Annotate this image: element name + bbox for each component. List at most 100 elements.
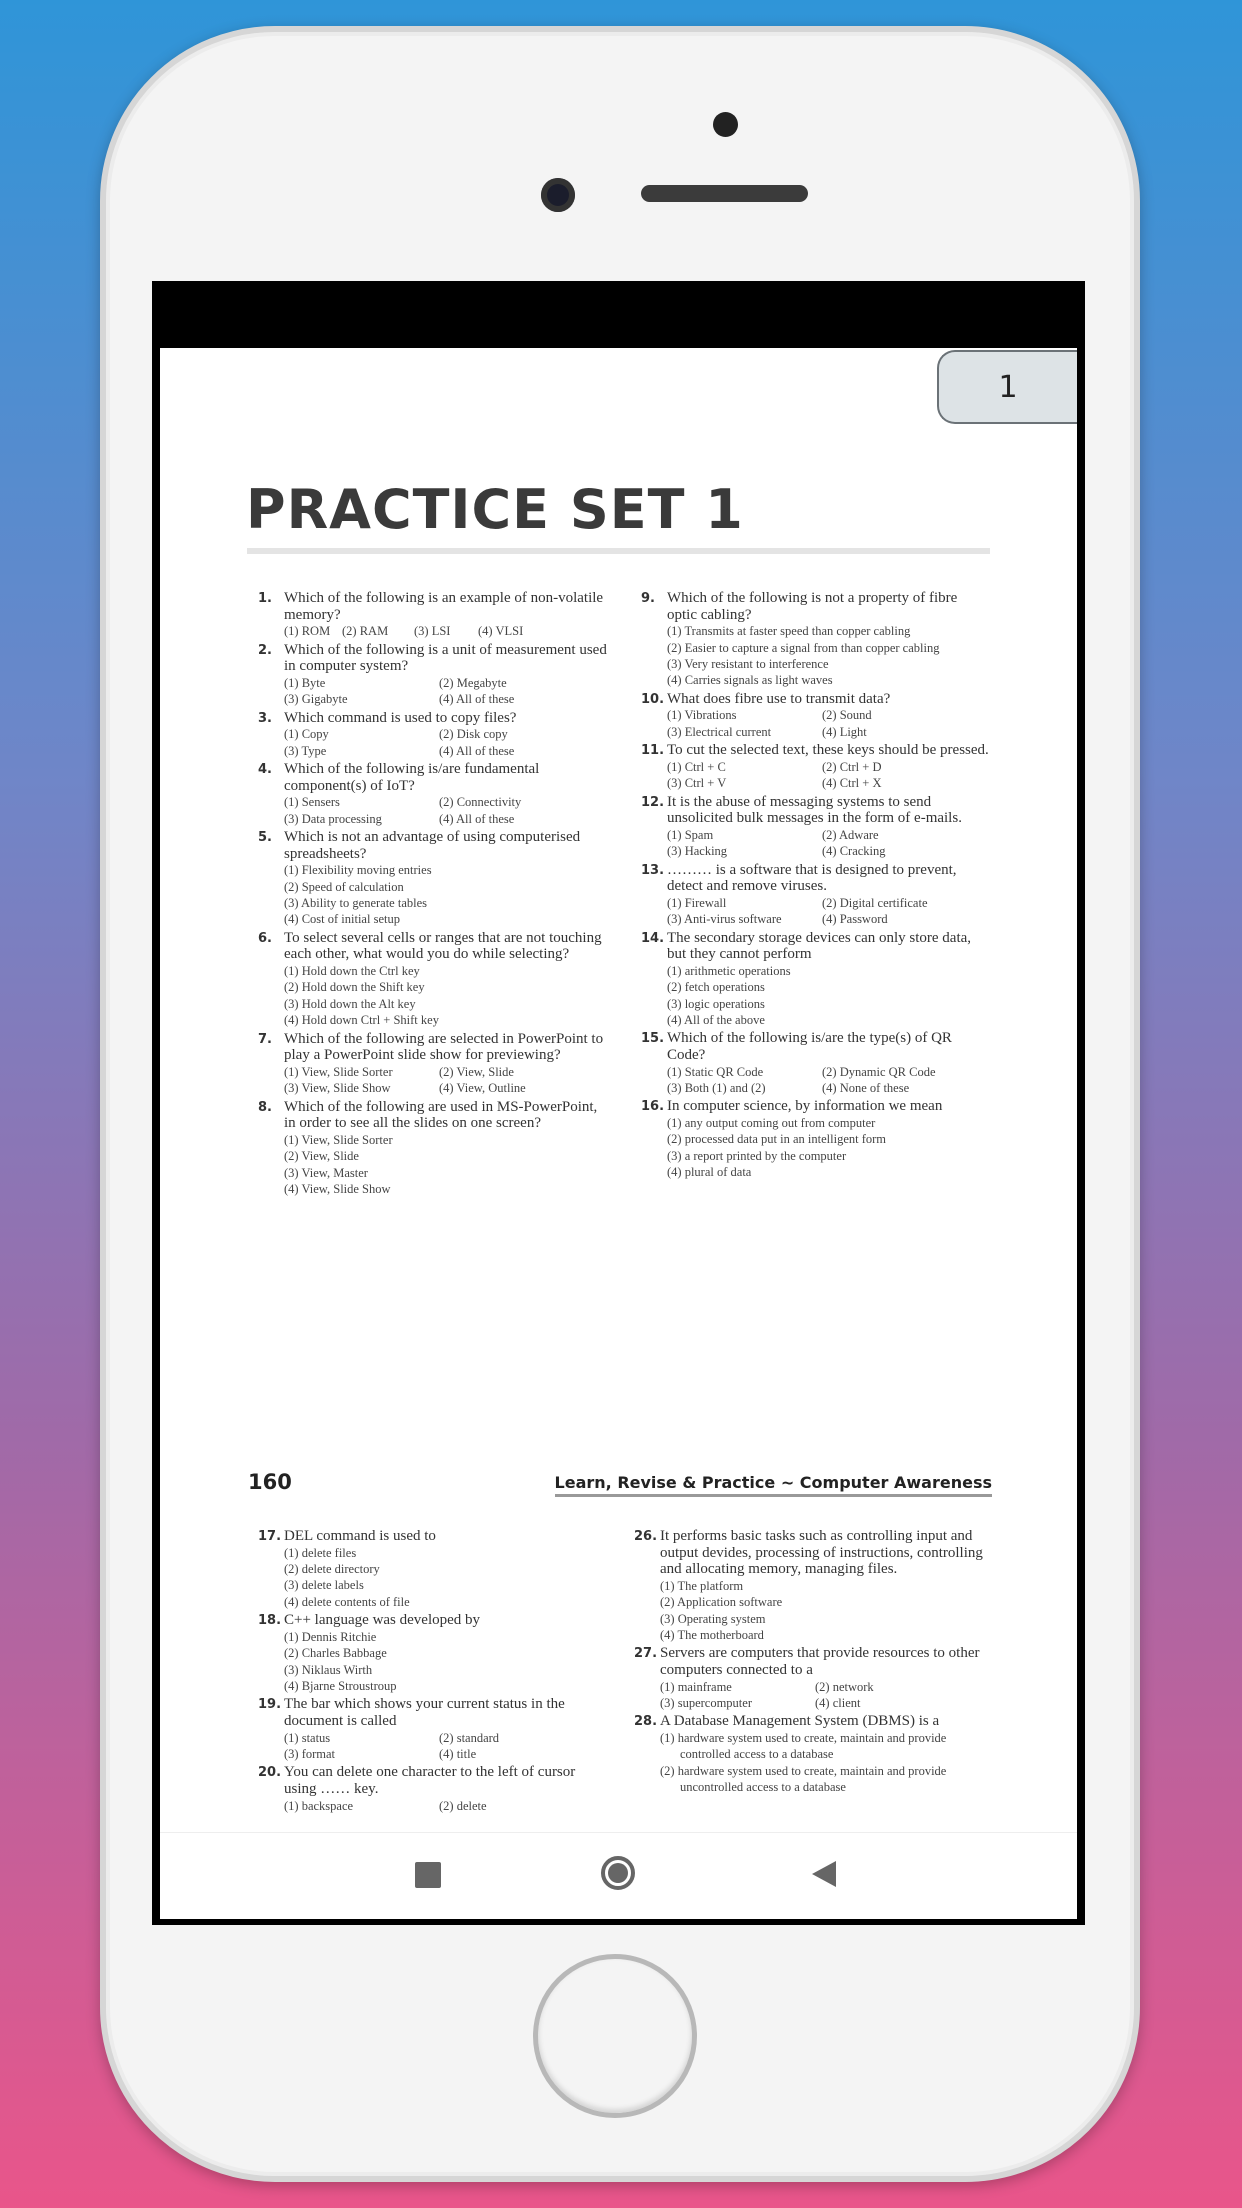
question-number: 4. (258, 762, 272, 777)
question-number: 16. (641, 1099, 665, 1115)
answer-option: (1) View, Slide Sorter (284, 1132, 393, 1147)
question-item: 11. To cut the selected text, these keys … (641, 742, 990, 791)
answer-option: (3) Operating system (660, 1611, 766, 1626)
question-number: 7. (258, 1031, 272, 1047)
question-item: 1. Which of the following is an example o… (258, 590, 607, 640)
answer-option: (2) Sound (822, 708, 872, 723)
question-number: 3. (258, 710, 272, 726)
answer-options: (1) Dennis Ritchie (2) Charles Babbage (3)… (284, 1629, 607, 1695)
answer-options: (1) View, Slide Sorter (2) View, Slide (3)… (284, 1064, 607, 1097)
running-header: Learn, Revise & Practice ~ Computer Awar… (554, 1473, 992, 1497)
page1-left-column: 1. Which of the following is an example o… (258, 590, 607, 1199)
question-text: ……… is a software that is designed to pr… (667, 861, 957, 895)
question-text: You can delete one character to the left… (284, 1764, 576, 1798)
question-item: 5. Which is not an advantage of using com… (258, 829, 607, 928)
answer-option: (1) delete files (284, 1545, 357, 1560)
answer-option: (3) Hacking (667, 844, 728, 859)
question-text: Which of the following is/are the type(s… (667, 1030, 952, 1064)
question-item: 17. DEL command is used to (1) delete file… (258, 1528, 607, 1610)
answer-option: (1) hardware system used to create, main… (660, 1731, 947, 1762)
question-text: A Database Management System (DBMS) is a (660, 1713, 940, 1730)
answer-option: (2) Application software (660, 1595, 783, 1610)
answer-option: (2) Hold down the Shift key (284, 980, 425, 995)
question-text: Servers are computers that provide resou… (660, 1645, 980, 1678)
answer-options: (1) mainframe (2) network (3) supercompute… (660, 1679, 983, 1712)
answer-options: (1) Firewall (2) Digital certificate (3) A… (667, 895, 990, 928)
answer-option: (2) Connectivity (439, 795, 522, 810)
answer-option: (4) delete contents of file (284, 1594, 410, 1609)
answer-options: (1) backspace (2) delete (284, 1798, 607, 1814)
answer-option: (3) Type (284, 743, 327, 758)
answer-option: (2) View, Slide (439, 1064, 514, 1079)
answer-option: (1) Flexibility moving entries (284, 863, 432, 878)
pdf-viewer[interactable]: 1 PRACTICE SET 1 1. Which of the followin… (160, 348, 1077, 1832)
question-number: 8. (258, 1099, 272, 1115)
answer-option: (2) RAM (342, 624, 389, 639)
question-text: The bar which shows your current status … (284, 1696, 565, 1730)
question-text: It is the abuse of messaging systems to … (667, 793, 962, 827)
question-item: 19. The bar which shows your current stat… (258, 1696, 607, 1762)
answer-option: (3) Gigabyte (284, 692, 348, 707)
answer-option: (2) Adware (822, 827, 879, 842)
answer-option: (2) View, Slide (284, 1149, 359, 1164)
answer-option: (1) View, Slide Sorter (284, 1064, 393, 1079)
answer-option: (1) ROM (284, 624, 331, 639)
answer-option: (2) delete (439, 1798, 487, 1813)
question-number: 19. (258, 1697, 282, 1713)
answer-option: (3) LSI (414, 624, 451, 639)
question-number: 5. (258, 830, 272, 845)
answer-option: (1) Ctrl + C (667, 759, 726, 774)
answer-option: (1) arithmetic operations (667, 963, 791, 978)
answer-option: (4) All of these (439, 692, 515, 707)
question-item: 3. Which command is used to copy files? (1… (258, 710, 607, 759)
question-number: 11. (641, 743, 665, 759)
page-indicator[interactable]: 1 (937, 350, 1077, 424)
answer-option: (3) View, Slide Show (284, 1081, 391, 1096)
answer-options: (1) Vibrations (2) Sound (3) Electrical cu… (667, 707, 990, 740)
question-item: 9. Which of the following is not a proper… (641, 590, 990, 689)
proximity-sensor (713, 112, 738, 137)
question-text: DEL command is used to (284, 1528, 436, 1544)
answer-option: (4) Password (822, 912, 888, 927)
answer-option: (2) hardware system used to create, main… (660, 1763, 947, 1795)
answer-options: (1) Transmits at faster speed than coppe… (667, 623, 990, 689)
home-circle-icon[interactable] (601, 1856, 635, 1890)
answer-option: (2) Speed of calculation (284, 879, 404, 894)
answer-option: (2) Megabyte (439, 675, 507, 690)
answer-option: (2) Digital certificate (822, 895, 928, 910)
answer-options: (1) Sensers (2) Connectivity (3) Data proc… (284, 794, 607, 827)
answer-option: (1) Spam (667, 827, 714, 842)
answer-option: (4) client (815, 1696, 861, 1710)
speaker-grill (641, 185, 808, 202)
page2-left-column: 17. DEL command is used to (1) delete file… (258, 1528, 607, 1816)
answer-option: (3) Data processing (284, 811, 382, 826)
page-number: 160 (248, 1470, 292, 1494)
answer-option: (3) Electrical current (667, 724, 772, 739)
answer-option: (1) backspace (284, 1798, 354, 1813)
question-item: 26. It performs basic tasks such as contr… (634, 1528, 983, 1643)
answer-option: (3) View, Master (284, 1165, 368, 1180)
answer-option: (4) VLSI (478, 624, 524, 639)
answer-options: (1) ROM (2) RAM (3) LSI (4) VLSI (284, 623, 607, 639)
front-camera-icon (541, 178, 575, 212)
answer-option: (2) Disk copy (439, 727, 508, 742)
answer-option: (4) plural of data (667, 1165, 752, 1180)
question-number: 2. (258, 642, 272, 658)
answer-option: (1) Hold down the Ctrl key (284, 964, 420, 978)
answer-option: (4) View, Slide Show (284, 1182, 391, 1197)
back-triangle-icon[interactable] (812, 1861, 836, 1887)
answer-option: (4) All of the above (667, 1013, 765, 1028)
question-item: 18. C++ language was developed by (1) Denn… (258, 1612, 607, 1695)
answer-option: (3) Very resistant to interference (667, 657, 829, 671)
answer-option: (2) Dynamic QR Code (822, 1064, 936, 1079)
recents-square-icon[interactable] (415, 1862, 441, 1888)
question-number: 14. (641, 930, 665, 946)
answer-option: (4) Carries signals as light waves (667, 673, 833, 688)
answer-options: (1) Spam (2) Adware (3) Hacking (4) Crackin… (667, 827, 990, 860)
answer-options: (1) View, Slide Sorter (2) View, Slide (3)… (284, 1132, 607, 1198)
answer-option: (4) Light (822, 724, 867, 739)
answer-option: (1) Byte (284, 675, 326, 690)
answer-options: (1) arithmetic operations (2) fetch opera… (667, 963, 990, 1029)
answer-options: (1) Static QR Code (2) Dynamic QR Code (3)… (667, 1064, 990, 1097)
physical-home-button[interactable] (533, 1954, 697, 2118)
